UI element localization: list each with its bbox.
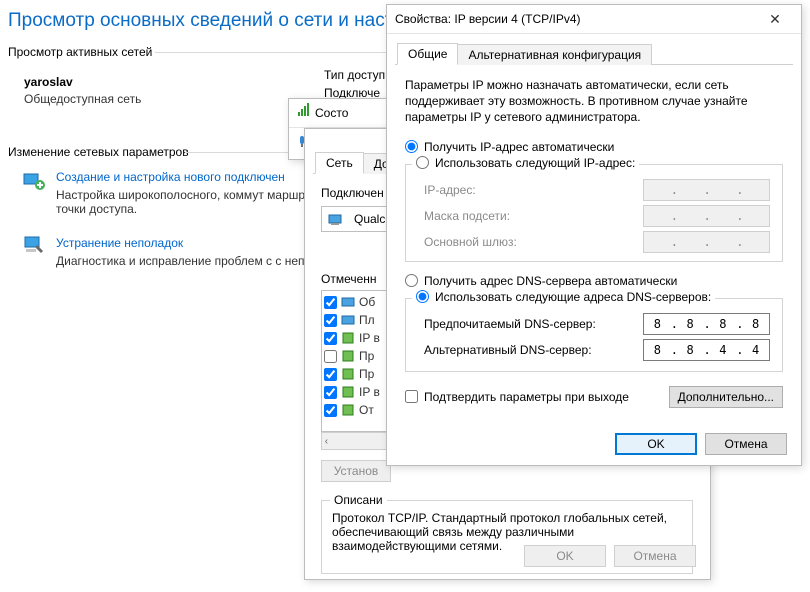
troubleshoot-link[interactable]: Устранение неполадок <box>56 236 183 250</box>
dns1-seg3[interactable]: 8 <box>710 314 737 334</box>
gateway-field: ... <box>643 231 770 253</box>
component-label: Пр <box>359 367 374 381</box>
component-icon <box>341 367 355 381</box>
confirm-on-exit-label: Подтвердить параметры при выходе <box>424 390 629 404</box>
component-label: От <box>359 403 374 417</box>
dns2-seg2[interactable]: 8 <box>677 340 704 360</box>
radio-dns-auto-input[interactable] <box>405 274 418 287</box>
component-icon <box>341 403 355 417</box>
dns1-field[interactable]: 8. 8. 8. 8 <box>643 313 770 335</box>
adapter-icon <box>328 211 344 227</box>
advanced-button[interactable]: Дополнительно... <box>669 386 783 408</box>
component-icon <box>341 295 355 309</box>
dns1-seg4[interactable]: 8 <box>742 314 769 334</box>
dns1-seg2[interactable]: 8 <box>677 314 704 334</box>
radio-ip-manual-input[interactable] <box>416 156 429 169</box>
dns1-seg1[interactable]: 8 <box>644 314 671 334</box>
radio-dns-auto[interactable]: Получить адрес DNS-сервера автоматически <box>405 274 783 288</box>
ipv4-body: Параметры IP можно назначать автоматичес… <box>387 65 801 408</box>
component-label: IP в <box>359 331 380 345</box>
mask-label: Маска подсети: <box>424 209 510 223</box>
ipv4-ok-button[interactable]: OK <box>615 433 697 455</box>
tab-alt-config[interactable]: Альтернативная конфигурация <box>457 44 652 65</box>
change-settings-label: Изменение сетевых параметров <box>8 145 189 159</box>
divider <box>155 52 400 53</box>
component-checkbox[interactable] <box>324 404 337 417</box>
troubleshoot-icon <box>22 232 46 256</box>
tab-general[interactable]: Общие <box>397 43 458 65</box>
component-icon <box>341 349 355 363</box>
tab-network[interactable]: Сеть <box>315 152 364 174</box>
ipv4-titlebar[interactable]: Свойства: IP версии 4 (TCP/IPv4) ✕ <box>387 5 801 34</box>
radio-ip-manual[interactable]: Использовать следующий IP-адрес: <box>416 156 635 170</box>
component-label: Пр <box>359 349 374 363</box>
component-checkbox[interactable] <box>324 368 337 381</box>
props-ok-button[interactable]: OK <box>524 545 606 567</box>
dns2-seg3[interactable]: 4 <box>710 340 737 360</box>
radio-dns-manual[interactable]: Использовать следующие адреса DNS-сервер… <box>416 290 711 304</box>
scroll-left-icon[interactable]: ‹ <box>322 436 331 447</box>
signal-icon <box>297 99 311 127</box>
radio-ip-auto-input[interactable] <box>405 140 418 153</box>
props-buttons: OK Отмена <box>524 545 696 567</box>
radio-dns-manual-label: Использовать следующие адреса DNS-сервер… <box>435 290 711 304</box>
confirm-on-exit[interactable]: Подтвердить параметры при выходе <box>405 390 629 404</box>
dns2-field[interactable]: 8. 8. 4. 4 <box>643 339 770 361</box>
new-connection-icon <box>22 168 46 192</box>
ip-label: IP-адрес: <box>424 183 476 197</box>
gateway-label: Основной шлюз: <box>424 235 517 249</box>
network-name: yaroslav <box>24 75 73 89</box>
ipv4-buttons: OK Отмена <box>615 433 787 455</box>
component-checkbox[interactable] <box>324 314 337 327</box>
close-icon[interactable]: ✕ <box>757 5 793 33</box>
component-checkbox[interactable] <box>324 386 337 399</box>
ipv4-cancel-button[interactable]: Отмена <box>705 433 787 455</box>
status-title: Состо <box>315 99 348 127</box>
active-networks-label: Просмотр активных сетей <box>8 45 152 59</box>
radio-ip-auto[interactable]: Получить IP-адрес автоматически <box>405 140 783 154</box>
radio-ip-auto-label: Получить IP-адрес автоматически <box>424 140 614 154</box>
dns2-label: Альтернативный DNS-сервер: <box>424 343 592 357</box>
dns2-seg4[interactable]: 4 <box>742 340 769 360</box>
radio-dns-manual-input[interactable] <box>416 290 429 303</box>
component-icon <box>341 331 355 345</box>
ipv4-intro: Параметры IP можно назначать автоматичес… <box>405 77 783 126</box>
component-label: Об <box>359 295 375 309</box>
dns1-label: Предпочитаемый DNS-сервер: <box>424 317 596 331</box>
ipv4-properties-window: Свойства: IP версии 4 (TCP/IPv4) ✕ Общие… <box>386 4 802 466</box>
component-checkbox[interactable] <box>324 350 337 363</box>
ip-field: ... <box>643 179 770 201</box>
new-connection-link[interactable]: Создание и настройка нового подключен <box>56 170 285 184</box>
component-label: Пл <box>359 313 375 327</box>
ipv4-tabstrip: Общие Альтернативная конфигурация <box>395 40 793 65</box>
component-icon <box>341 385 355 399</box>
install-button[interactable]: Установ <box>321 460 391 482</box>
access-type-label: Тип доступ <box>324 68 385 82</box>
props-cancel-button[interactable]: Отмена <box>614 545 696 567</box>
component-checkbox[interactable] <box>324 332 337 345</box>
network-kind: Общедоступная сеть <box>24 92 141 106</box>
ipv4-title: Свойства: IP версии 4 (TCP/IPv4) <box>395 5 581 33</box>
component-icon <box>341 313 355 327</box>
dns2-seg1[interactable]: 8 <box>644 340 671 360</box>
ip-manual-group: Использовать следующий IP-адрес: IP-адре… <box>405 164 783 262</box>
component-checkbox[interactable] <box>324 296 337 309</box>
radio-ip-manual-label: Использовать следующий IP-адрес: <box>435 156 635 170</box>
radio-dns-auto-label: Получить адрес DNS-сервера автоматически <box>424 274 677 288</box>
description-label: Описани <box>330 493 387 507</box>
mask-field: ... <box>643 205 770 227</box>
confirm-on-exit-checkbox[interactable] <box>405 390 418 403</box>
dns-group: Использовать следующие адреса DNS-сервер… <box>405 298 783 372</box>
component-label: IP в <box>359 385 380 399</box>
